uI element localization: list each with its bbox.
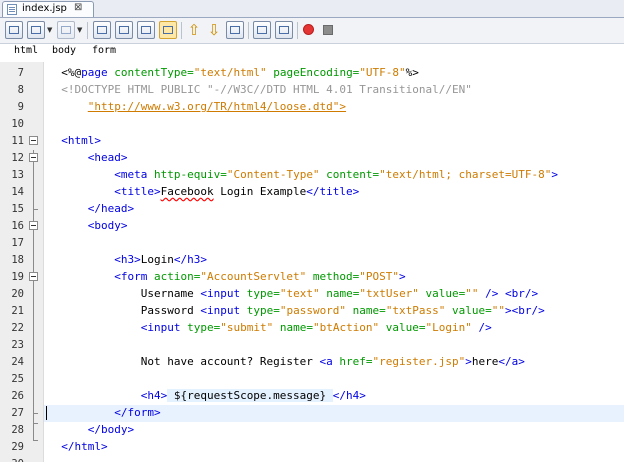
- tab-label: index.jsp: [22, 3, 67, 14]
- history-icon[interactable]: [57, 21, 75, 39]
- fold-toggle-icon[interactable]: [29, 136, 38, 145]
- toolbar-separator: [87, 22, 88, 39]
- jsp-file-icon: [7, 4, 17, 15]
- code-line: 10: [11, 118, 24, 130]
- code-line: 20 Username <input type="text" name="txt…: [11, 287, 539, 300]
- shift-right-icon[interactable]: [275, 21, 293, 39]
- code-editor[interactable]: 7 <%@page contentType="text/html" pageEn…: [0, 62, 624, 462]
- dtd-link[interactable]: "http://www.w3.org/TR/html4/loose.dtd">: [88, 100, 346, 113]
- back-icon[interactable]: [27, 21, 45, 39]
- code-line: 17: [11, 237, 24, 249]
- code-line: 24 Not have account? Register <a href="r…: [11, 355, 525, 368]
- find-previous-icon[interactable]: [115, 21, 133, 39]
- shift-left-icon[interactable]: [253, 21, 271, 39]
- fold-toggle-icon[interactable]: [29, 153, 38, 162]
- code-line: 19 <form action="AccountServlet" method=…: [11, 270, 406, 283]
- code-line: 18 <h3>Login</h3>: [11, 253, 207, 266]
- macro-record-icon[interactable]: [303, 24, 314, 35]
- find-next-icon[interactable]: [137, 21, 155, 39]
- text-caret: [46, 406, 47, 420]
- next-bookmark-icon[interactable]: ⇩: [205, 21, 223, 39]
- code-line: 21 Password <input type="password" name=…: [11, 304, 545, 317]
- editor-toolbar: ▼ ▼ ⇧ ⇩: [0, 18, 624, 44]
- code-line: 29 </html>: [11, 440, 108, 453]
- breadcrumb: html body form: [0, 44, 624, 58]
- code-line: 26 <h4> ${requestScope.message} </h4>: [11, 389, 366, 402]
- editor-tab-bar: index.jsp ⊠: [0, 0, 624, 18]
- fold-toggle-icon[interactable]: [29, 221, 38, 230]
- code-line: 23: [11, 339, 24, 351]
- code-line: 9 "http://www.w3.org/TR/html4/loose.dtd"…: [17, 100, 347, 113]
- code-line: 14 <title>Facebook Login Example</title>: [11, 185, 360, 198]
- code-line: 16 <body>: [11, 219, 128, 232]
- tab-index-jsp[interactable]: index.jsp ⊠: [2, 1, 94, 17]
- toggle-highlight-icon[interactable]: [159, 21, 177, 39]
- toolbar-separator: [297, 22, 298, 39]
- code-line: 27 </form>: [11, 406, 161, 420]
- code-line: 8 <!DOCTYPE HTML PUBLIC "-//W3C//DTD HTM…: [17, 83, 472, 96]
- code-line: 13 <meta http-equiv="Content-Type" conte…: [11, 168, 558, 181]
- breadcrumb-form[interactable]: form: [92, 45, 116, 56]
- close-tab-icon[interactable]: ⊠: [74, 2, 82, 13]
- previous-bookmark-icon[interactable]: ⇧: [185, 21, 203, 39]
- code-line: 11 <html>: [11, 134, 101, 147]
- toggle-bookmarks-icon[interactable]: [226, 21, 244, 39]
- breadcrumb-html[interactable]: html: [14, 45, 38, 56]
- chevron-down-icon[interactable]: ▼: [77, 26, 82, 34]
- code-line: 22 <input type="submit" name="btAction" …: [11, 321, 492, 334]
- toolbar-separator: [181, 22, 182, 39]
- toolbar-separator: [248, 22, 249, 39]
- code-line: 25: [11, 373, 24, 385]
- find-icon[interactable]: [93, 21, 111, 39]
- macro-stop-icon[interactable]: [323, 25, 333, 35]
- code-line: 15 </head>: [11, 202, 135, 215]
- toggle-bookmark-icon[interactable]: [5, 21, 23, 39]
- code-line: 12 <head>: [11, 151, 128, 164]
- code-line: 28 </body>: [11, 423, 135, 436]
- code-line: 30: [0, 456, 624, 462]
- breadcrumb-body[interactable]: body: [52, 45, 76, 56]
- code-line: 7 <%@page contentType="text/html" pageEn…: [17, 66, 419, 79]
- chevron-down-icon[interactable]: ▼: [47, 26, 52, 34]
- fold-toggle-icon[interactable]: [29, 272, 38, 281]
